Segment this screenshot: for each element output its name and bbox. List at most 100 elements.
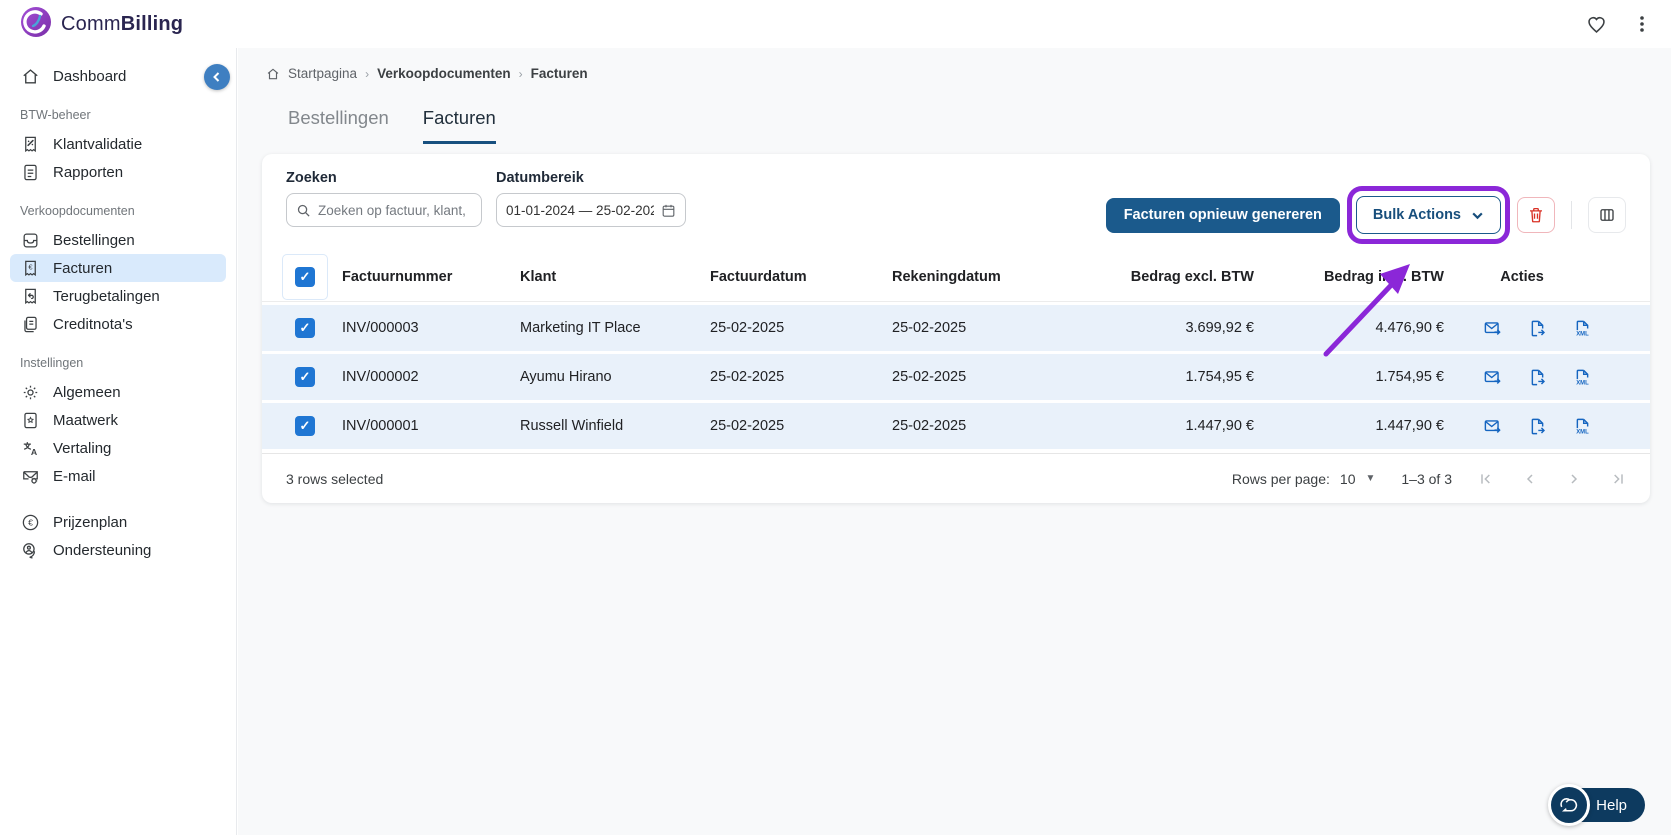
filter-bar: Zoeken Datumbereik 01-01-2024 — 25-02-20… <box>262 154 1650 252</box>
first-page-icon[interactable] <box>1478 471 1494 487</box>
sidebar-item-bestellingen[interactable]: Bestellingen <box>10 226 226 254</box>
column-header-factuurnummer[interactable]: Factuurnummer <box>328 269 520 285</box>
brand-logo[interactable]: CommBilling <box>20 6 183 43</box>
favorites-heart-icon[interactable] <box>1586 14 1607 35</box>
column-header-klant[interactable]: Klant <box>520 269 710 285</box>
sidebar-item-label: Bestellingen <box>53 231 135 249</box>
cell-amount-incl: 1.447,90 € <box>1375 418 1444 434</box>
bulk-actions-button[interactable]: Bulk Actions <box>1355 196 1501 234</box>
previous-page-icon[interactable] <box>1522 471 1538 487</box>
sidebar-item-email[interactable]: E-mail <box>10 462 226 490</box>
help-button[interactable]: Help <box>1548 784 1645 826</box>
table-row[interactable]: INV/000001 Russell Winfield 25-02-2025 2… <box>262 403 1650 449</box>
tab-facturen[interactable]: Facturen <box>422 107 496 144</box>
calendar-icon[interactable] <box>661 203 676 218</box>
sidebar-item-label: Creditnota's <box>53 315 133 333</box>
sidebar-item-algemeen[interactable]: Algemeen <box>10 378 226 406</box>
breadcrumb-facturen: Facturen <box>530 66 588 81</box>
sidebar-item-klantvalidatie[interactable]: Klantvalidatie <box>10 130 226 158</box>
sidebar-item-maatwerk[interactable]: Maatwerk <box>10 406 226 434</box>
sidebar-item-label: Vertaling <box>53 439 112 457</box>
sidebar-item-rapporten[interactable]: Rapporten <box>10 158 226 186</box>
refund-icon <box>20 286 40 306</box>
row-checkbox[interactable] <box>295 416 315 436</box>
support-icon <box>20 540 40 560</box>
send-email-icon[interactable] <box>1483 319 1502 338</box>
sidebar-item-terugbetalingen[interactable]: Terugbetalingen <box>10 282 226 310</box>
sidebar-item-creditnotas[interactable]: Creditnota's <box>10 310 226 338</box>
select-all-checkbox[interactable] <box>295 266 315 287</box>
sidebar-item-ondersteuning[interactable]: Ondersteuning <box>10 536 226 564</box>
svg-text:XML: XML <box>1576 429 1589 435</box>
download-xml-icon[interactable]: XML <box>1573 417 1592 436</box>
column-header-factuurdatum[interactable]: Factuurdatum <box>710 269 892 285</box>
top-bar: CommBilling <box>0 0 1671 48</box>
table-row[interactable]: INV/000003 Marketing IT Place 25-02-2025… <box>262 305 1650 351</box>
svg-text:XML: XML <box>1576 331 1589 337</box>
sidebar-item-vertaling[interactable]: A Vertaling <box>10 434 226 462</box>
svg-text:XML: XML <box>1576 380 1589 386</box>
export-document-icon[interactable] <box>1528 417 1547 436</box>
kebab-menu-icon[interactable] <box>1633 14 1651 34</box>
sidebar-item-facturen[interactable]: € Facturen <box>10 254 226 282</box>
date-range-label: Datumbereik <box>496 170 584 186</box>
breadcrumb-home-icon[interactable] <box>266 67 280 81</box>
column-header-bedrag-excl[interactable]: Bedrag excl. BTW <box>1124 269 1258 285</box>
breadcrumb-verkoopdocumenten[interactable]: Verkoopdocumenten <box>377 66 511 81</box>
date-range-field[interactable]: 01-01-2024 — 25-02-202 <box>496 193 686 227</box>
svg-text:€: € <box>28 517 33 527</box>
sidebar-collapse-button[interactable] <box>204 64 230 90</box>
columns-settings-button[interactable] <box>1588 197 1626 233</box>
sidebar-item-label: Maatwerk <box>53 411 119 429</box>
pagination-range-text: 1–3 of 3 <box>1401 470 1452 487</box>
send-email-icon[interactable] <box>1483 417 1502 436</box>
chat-icon <box>1548 784 1591 826</box>
sidebar-item-label: Facturen <box>53 259 113 277</box>
cell-billing-date: 25-02-2025 <box>892 418 967 434</box>
last-page-icon[interactable] <box>1610 471 1626 487</box>
sidebar-item-dashboard[interactable]: Dashboard <box>10 62 226 90</box>
cell-invoice-number: INV/000002 <box>342 369 419 385</box>
sidebar-item-label: Terugbetalingen <box>53 287 160 305</box>
toolbar: Facturen opnieuw genereren Bulk Actions <box>1105 186 1626 244</box>
search-field[interactable] <box>286 193 482 227</box>
cell-invoice-date: 25-02-2025 <box>710 369 785 385</box>
sidebar-item-prijzenplan[interactable]: € Prijzenplan <box>10 508 226 536</box>
row-checkbox[interactable] <box>295 318 315 338</box>
table-footer: 3 rows selected Rows per page: 10 ▼ 1–3 … <box>262 453 1650 503</box>
rows-per-page-caret-icon: ▼ <box>1365 473 1376 484</box>
breadcrumb-startpagina[interactable]: Startpagina <box>288 66 357 81</box>
chevron-down-icon <box>1471 209 1484 222</box>
main-content: Startpagina › Verkoopdocumenten › Factur… <box>238 48 1671 835</box>
bulk-actions-label: Bulk Actions <box>1372 207 1461 223</box>
delete-button[interactable] <box>1517 197 1555 233</box>
column-header-bedrag-incl[interactable]: Bedrag incl. BTW <box>1258 269 1448 285</box>
sidebar-item-label: Dashboard <box>53 67 127 85</box>
download-xml-icon[interactable]: XML <box>1573 319 1592 338</box>
svg-text:A: A <box>30 447 37 457</box>
cell-amount-excl: 1.754,95 € <box>1185 369 1254 385</box>
column-header-rekeningdatum[interactable]: Rekeningdatum <box>892 269 1124 285</box>
tab-bestellingen[interactable]: Bestellingen <box>288 107 389 144</box>
rows-per-page-select[interactable]: Rows per page: 10 ▼ <box>1232 471 1376 487</box>
search-input[interactable] <box>318 202 472 218</box>
row-checkbox[interactable] <box>295 367 315 387</box>
invoice-euro-icon: € <box>20 258 40 278</box>
date-range-value: 01-01-2024 — 25-02-202 <box>506 202 654 218</box>
report-icon <box>20 162 40 182</box>
breadcrumb-separator: › <box>365 66 370 81</box>
regenerate-invoices-button[interactable]: Facturen opnieuw genereren <box>1105 197 1340 233</box>
download-xml-icon[interactable]: XML <box>1573 368 1592 387</box>
export-document-icon[interactable] <box>1528 368 1547 387</box>
translate-icon: A <box>20 438 40 458</box>
cell-invoice-number: INV/000001 <box>342 418 419 434</box>
brand-name: CommBilling <box>61 12 184 35</box>
next-page-icon[interactable] <box>1566 471 1582 487</box>
euro-circle-icon: € <box>20 512 40 532</box>
table-header: Factuurnummer Klant Factuurdatum Rekenin… <box>262 252 1650 302</box>
cell-invoice-date: 25-02-2025 <box>710 418 785 434</box>
send-email-icon[interactable] <box>1483 368 1502 387</box>
export-document-icon[interactable] <box>1528 319 1547 338</box>
breadcrumb-separator: › <box>518 66 523 81</box>
table-row[interactable]: INV/000002 Ayumu Hirano 25-02-2025 25-02… <box>262 354 1650 400</box>
